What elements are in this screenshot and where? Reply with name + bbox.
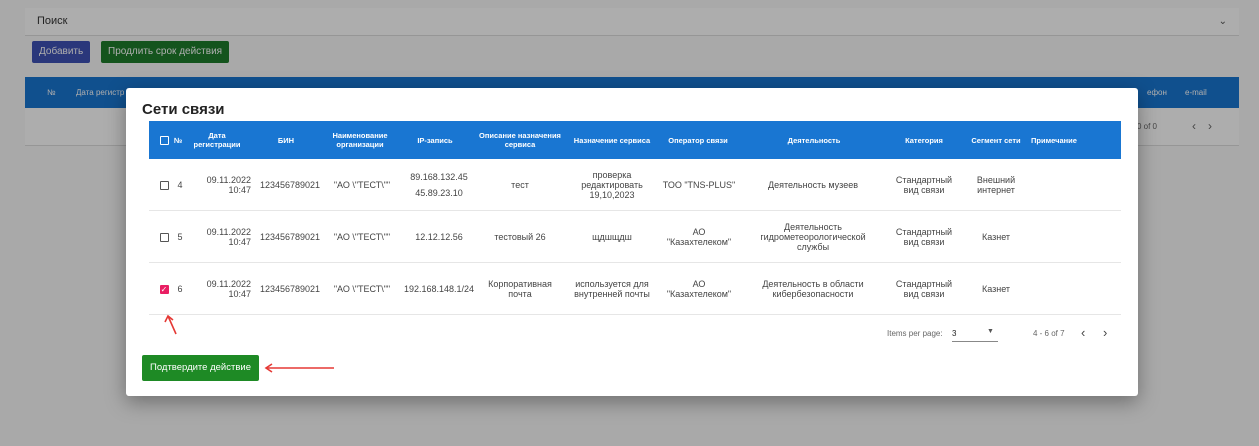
row-org: "АО \"ТЕСТ\"" <box>333 232 391 242</box>
row-desc: тест <box>511 180 529 190</box>
row-desc: Корпоративная почта <box>488 279 552 299</box>
col-note[interactable]: Примечание <box>1021 121 1087 159</box>
row-purpose: используется для внутренней почты <box>574 279 650 299</box>
row-note <box>1023 159 1089 211</box>
row-activity: Деятельность в области кибербезопасности <box>762 279 864 299</box>
dialog-title: Сети связи <box>142 101 225 118</box>
row-segment: Казнет <box>981 284 1011 294</box>
row-org: "АО \"ТЕСТ\"" <box>333 180 391 190</box>
row-checkbox-checked[interactable]: ✓ <box>157 263 171 315</box>
row-segment: Казнет <box>981 232 1011 242</box>
row-checkbox[interactable] <box>157 159 171 211</box>
row-number: 5 <box>177 232 183 242</box>
col-service-purpose[interactable]: Назначение сервиса <box>567 121 657 159</box>
col-operator[interactable]: Оператор связи <box>657 121 739 159</box>
row-bin: 123456789021 <box>259 232 321 242</box>
col-ip[interactable]: IP-запись <box>399 121 471 159</box>
row-operator: АО "Казахтелеком" <box>666 227 732 247</box>
row-note <box>1023 211 1089 263</box>
row-bin: 123456789021 <box>259 180 321 190</box>
table-paginator: Items per page: 3 ▼ 4 - 6 of 7 ‹ › <box>149 315 1121 353</box>
dropdown-arrow-icon[interactable]: ▼ <box>987 328 994 335</box>
row-category: Стандартный вид связи <box>895 175 953 195</box>
select-all-checkbox[interactable] <box>157 121 171 159</box>
row-note <box>1023 263 1089 315</box>
row-operator: АО "Казахтелеком" <box>666 279 732 299</box>
row-number: 4 <box>177 180 183 190</box>
row-activity: Деятельность гидрометеорологической служ… <box>760 222 866 252</box>
table-header: № Дата регистрации БИН Наименование орга… <box>149 121 1121 159</box>
col-service-desc[interactable]: Описание назначения сервиса <box>479 121 561 159</box>
networks-dialog: Сети связи № Дата регистрации БИН Наимен… <box>126 88 1138 396</box>
col-org-name[interactable]: Наименование организации <box>323 121 397 159</box>
row-date: 09.11.2022 10:47 <box>206 175 251 195</box>
row-category: Стандартный вид связи <box>895 227 953 247</box>
col-number[interactable]: № <box>171 121 185 159</box>
row-date: 09.11.2022 10:47 <box>206 279 251 299</box>
confirm-action-button[interactable]: Подтвердите действие <box>142 355 259 381</box>
row-date: 09.11.2022 10:47 <box>206 227 251 247</box>
select-underline <box>952 341 998 342</box>
row-checkbox[interactable] <box>157 211 171 263</box>
row-desc: тестовый 26 <box>494 232 546 242</box>
row-bin: 123456789021 <box>259 284 321 294</box>
row-segment: Внешний интернет <box>976 175 1016 195</box>
table-row[interactable]: 5 09.11.2022 10:47 123456789021 "АО \"ТЕС… <box>149 211 1121 263</box>
row-purpose: щдшщдш <box>592 232 632 242</box>
items-per-page-select[interactable]: 3 <box>952 329 956 338</box>
table-row[interactable]: 4 09.11.2022 10:47 123456789021 "АО \"ТЕС… <box>149 159 1121 211</box>
row-number: 6 <box>177 284 183 294</box>
row-org: "АО \"ТЕСТ\"" <box>333 284 391 294</box>
row-operator: ТОО "TNS-PLUS" <box>662 180 736 190</box>
col-activity[interactable]: Деятельность <box>754 121 874 159</box>
items-per-page-label: Items per page: <box>887 329 943 338</box>
networks-table: № Дата регистрации БИН Наименование орга… <box>149 121 1121 353</box>
row-purpose: проверка редактировать 19,10,2023 <box>581 170 643 200</box>
table-row[interactable]: ✓ 6 09.11.2022 10:47 123456789021 "АО \"Т… <box>149 263 1121 315</box>
row-ip: 12.12.12.56 <box>415 232 463 242</box>
row-category: Стандартный вид связи <box>895 279 953 299</box>
row-ip: 192.168.148.1/24 <box>403 284 475 294</box>
row-activity: Деятельность музеев <box>767 180 859 190</box>
col-registration-date[interactable]: Дата регистрации <box>193 121 241 159</box>
col-category[interactable]: Категория <box>884 121 964 159</box>
row-ip: 89.168.132.45 45.89.23.10 <box>410 172 468 198</box>
col-segment[interactable]: Сегмент сети <box>971 121 1021 159</box>
next-page-icon[interactable]: › <box>1103 325 1107 340</box>
pagination-range: 4 - 6 of 7 <box>1033 329 1065 338</box>
previous-page-icon[interactable]: ‹ <box>1081 325 1085 340</box>
col-bin[interactable]: БИН <box>249 121 323 159</box>
